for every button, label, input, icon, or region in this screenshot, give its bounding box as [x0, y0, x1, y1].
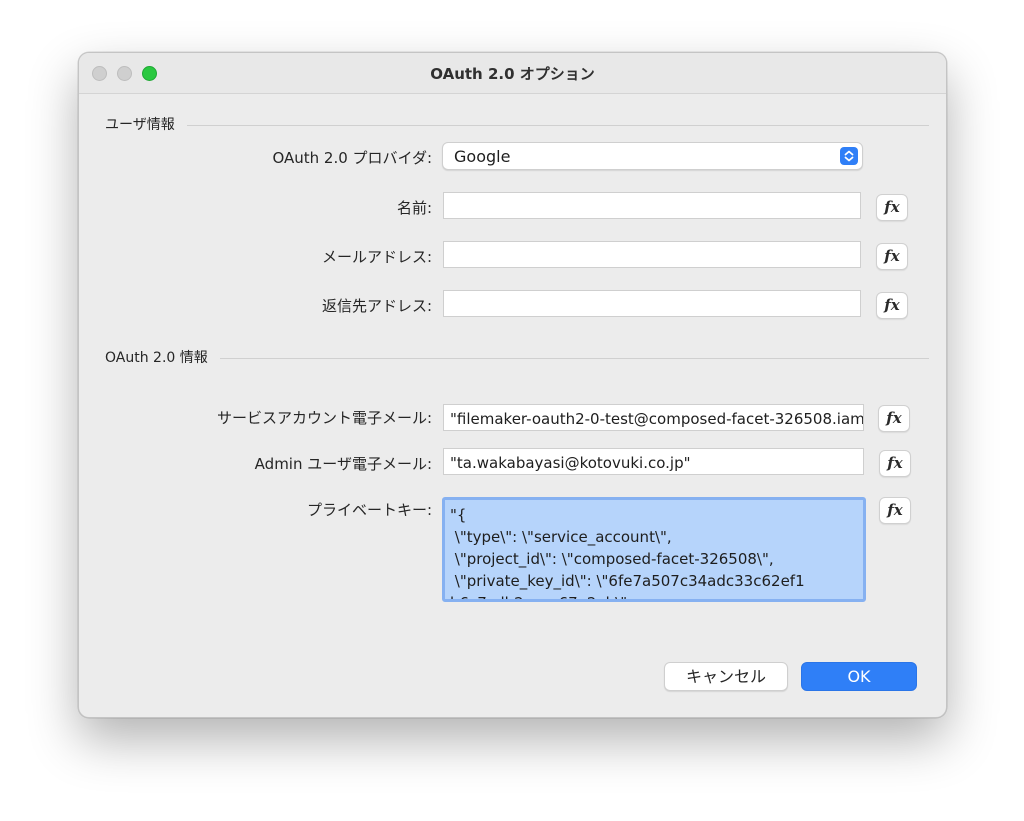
email-label: メールアドレス:: [321, 248, 432, 266]
private-key-line: \"private_key_id\": \"6fe7a507c34adc33c6…: [450, 572, 805, 590]
service-account-label: サービスアカウント電子メール:: [216, 409, 432, 427]
title-bar: OAuth 2.0 オプション: [79, 53, 946, 94]
admin-email-label: Admin ユーザ電子メール:: [254, 455, 432, 473]
email-field[interactable]: [443, 241, 861, 268]
user-info-section-label: ユーザ情報: [105, 114, 187, 134]
service-account-field[interactable]: "filemaker-oauth2-0-test@composed-facet-…: [443, 404, 864, 431]
cancel-button[interactable]: キャンセル: [664, 662, 788, 691]
private-key-line: \"project_id\": \"composed-facet-326508\…: [450, 550, 774, 568]
private-key-line: \"type\": \"service_account\",: [450, 528, 672, 546]
email-fx-button[interactable]: fx: [876, 243, 908, 270]
user-info-divider: [105, 125, 929, 126]
reply-to-label: 返信先アドレス:: [321, 297, 432, 315]
provider-selected-value: Google: [454, 147, 511, 166]
private-key-line: b6c7cdb2acca67a2eb\",: [450, 592, 863, 599]
private-key-textarea[interactable]: "{ \"type\": \"service_account\", \"proj…: [442, 497, 866, 602]
reply-to-field[interactable]: [443, 290, 861, 317]
reply-to-fx-button[interactable]: fx: [876, 292, 908, 319]
service-account-fx-button[interactable]: fx: [878, 405, 910, 432]
updown-chevron-icon: [840, 147, 858, 165]
provider-label: OAuth 2.0 プロバイダ:: [272, 149, 432, 167]
private-key-fx-button[interactable]: fx: [879, 497, 911, 524]
provider-select[interactable]: Google: [442, 142, 863, 170]
admin-email-fx-button[interactable]: fx: [879, 450, 911, 477]
oauth-options-dialog: OAuth 2.0 オプション ユーザ情報 OAuth 2.0 プロバイダ: G…: [78, 52, 947, 718]
private-key-line: "{: [450, 506, 467, 524]
oauth-info-divider: [105, 358, 929, 359]
name-fx-button[interactable]: fx: [876, 194, 908, 221]
oauth-info-section-label: OAuth 2.0 情報: [105, 347, 220, 367]
private-key-label: プライベートキー:: [306, 501, 432, 519]
window-title: OAuth 2.0 オプション: [430, 65, 595, 83]
admin-email-field[interactable]: "ta.wakabayasi@kotovuki.co.jp": [443, 448, 864, 475]
ok-button[interactable]: OK: [801, 662, 917, 691]
name-field[interactable]: [443, 192, 861, 219]
name-label: 名前:: [396, 199, 432, 217]
